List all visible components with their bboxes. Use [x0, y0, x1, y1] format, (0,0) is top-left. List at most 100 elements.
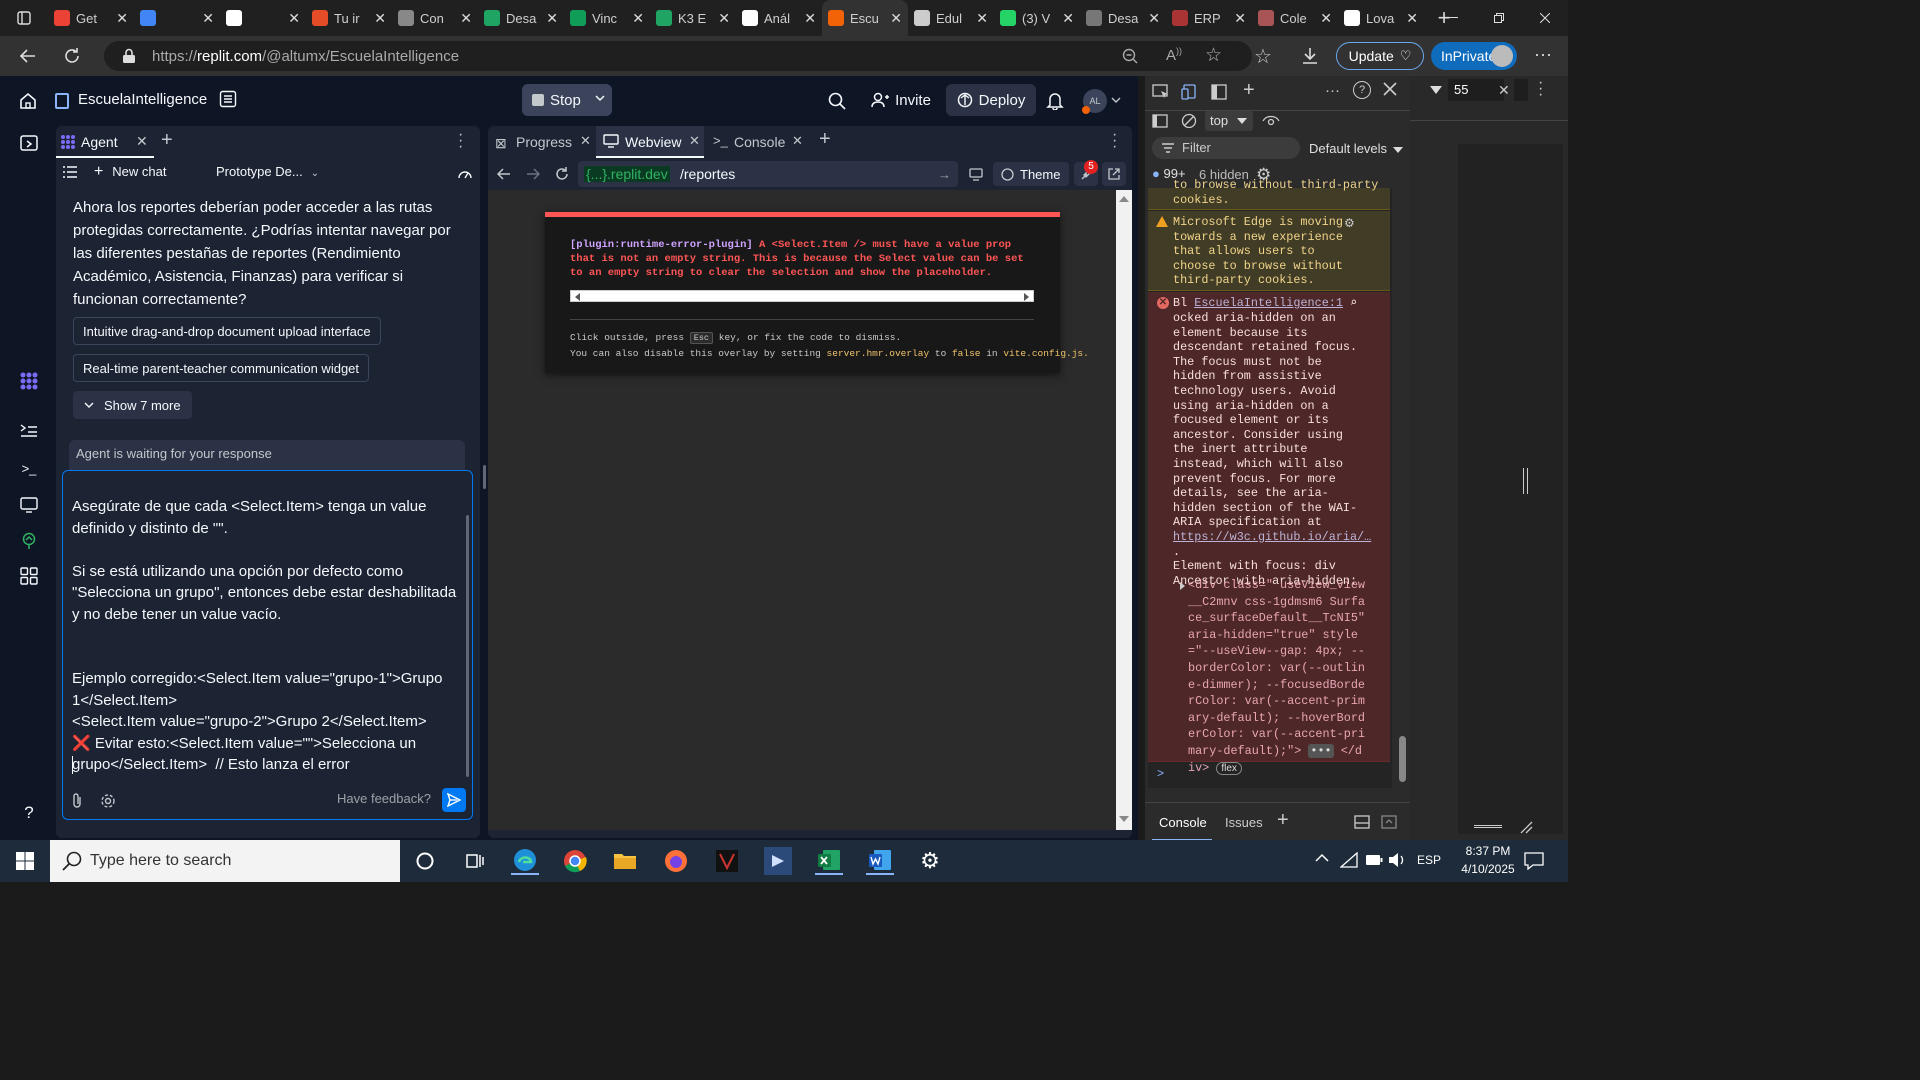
close-tab-icon[interactable]: ✕	[1234, 10, 1246, 27]
project-menu-icon[interactable]	[219, 90, 237, 108]
live-expression-icon[interactable]	[1262, 114, 1280, 128]
close-tab-icon[interactable]: ✕	[546, 10, 558, 27]
close-field-icon[interactable]: ✕	[1498, 82, 1510, 99]
devtools-more-icon[interactable]: ···	[1325, 82, 1340, 99]
firefox-icon[interactable]	[662, 847, 690, 875]
browser-tab[interactable]: Escu ✕	[822, 0, 908, 36]
url-bar[interactable]: https://replit.com/@altumx/EscuelaIntell…	[104, 41, 1252, 71]
ellipsis-badge[interactable]: •••	[1308, 743, 1334, 758]
browser-tab[interactable]: Edul ✕	[908, 0, 994, 36]
browser-tab[interactable]: Cole ✕	[1252, 0, 1338, 36]
input-scrollbar[interactable]	[466, 515, 469, 777]
scroll-right-arrow[interactable]	[1024, 293, 1029, 301]
close-tab-icon[interactable]: ✕	[804, 10, 816, 27]
warning-link-icon[interactable]: ⚙	[1344, 216, 1355, 230]
context-selector[interactable]: top	[1205, 111, 1253, 131]
html-snippet[interactable]: <div class=" useView_view__C2mnv css-1gd…	[1188, 577, 1368, 777]
dropdown-triangle-icon[interactable]	[1430, 86, 1442, 94]
remote-app-icon[interactable]	[764, 847, 792, 875]
settings-gear-icon[interactable]: ⚙	[916, 847, 944, 875]
file-explorer-icon[interactable]	[611, 847, 639, 875]
user-avatar[interactable]: AL	[1082, 89, 1107, 114]
excel-icon[interactable]	[815, 847, 843, 875]
input-language[interactable]: ESP	[1417, 853, 1441, 867]
game-app-icon[interactable]	[713, 847, 741, 875]
notifications-icon[interactable]	[1524, 852, 1544, 870]
notifications-bell-icon[interactable]	[1046, 91, 1064, 110]
zoom-field[interactable]: 55	[1448, 79, 1504, 101]
browser-tab[interactable]: Anál ✕	[736, 0, 822, 36]
agent-icon[interactable]	[18, 370, 40, 392]
refresh-icon[interactable]	[62, 46, 82, 66]
close-tab-icon[interactable]: ✕	[1148, 10, 1160, 27]
close-agent-tab-icon[interactable]: ✕	[136, 133, 148, 150]
close-console-tab-icon[interactable]: ✕	[792, 133, 803, 149]
close-window-icon[interactable]	[1522, 0, 1568, 36]
suggestion-chip[interactable]: Intuitive drag-and-drop document upload …	[73, 317, 381, 345]
web-back-icon[interactable]	[497, 167, 511, 181]
search-icon[interactable]: ⌕	[1350, 296, 1357, 310]
error-frame-scrollbar[interactable]	[570, 290, 1034, 302]
chat-list-icon[interactable]	[62, 165, 78, 179]
chevron-down-icon[interactable]	[594, 92, 606, 104]
deploy-button[interactable]: Deploy	[946, 84, 1036, 116]
filter-input[interactable]: Filter	[1152, 137, 1300, 159]
close-tab-icon[interactable]: ✕	[374, 10, 386, 27]
search-icon[interactable]	[828, 92, 846, 110]
pane-more-icon[interactable]: · · ·	[1538, 75, 1543, 103]
browser-tab[interactable]: Vinc ✕	[564, 0, 650, 36]
scroll-up-arrow[interactable]	[1119, 196, 1129, 202]
go-arrow-icon[interactable]: →	[938, 167, 951, 182]
tab-actions-icon[interactable]	[0, 0, 48, 36]
chrome-taskbar-icon[interactable]	[561, 847, 589, 875]
stop-button[interactable]: Stop	[522, 84, 612, 116]
speed-gauge-icon[interactable]	[457, 166, 473, 180]
web-refresh-icon[interactable]	[554, 166, 570, 182]
more-menu-icon[interactable]: ···	[1534, 44, 1552, 65]
add-pane-icon[interactable]: +	[819, 128, 831, 151]
back-icon[interactable]	[18, 46, 38, 66]
prototype-dropdown[interactable]: Prototype De... ⌄	[216, 164, 319, 179]
update-button[interactable]: Update ♡	[1336, 42, 1424, 70]
avatar-chevron-icon[interactable]	[1111, 96, 1121, 104]
error-source-link[interactable]: EscuelaIntelligence:1	[1194, 296, 1343, 310]
close-tab-icon[interactable]: ✕	[202, 10, 214, 27]
browser-tab[interactable]: Tu ir ✕	[306, 0, 392, 36]
new-chat-button[interactable]: + New chat	[94, 163, 166, 181]
add-tab-icon[interactable]: +	[161, 129, 173, 152]
cortana-icon[interactable]	[411, 847, 439, 875]
attach-icon[interactable]	[70, 792, 84, 810]
log-levels-dropdown[interactable]: Default levels	[1309, 141, 1404, 156]
browser-tab[interactable]: ERP ✕	[1166, 0, 1252, 36]
read-aloud-icon[interactable]: A))	[1166, 46, 1182, 64]
close-tab-icon[interactable]: ✕	[116, 10, 128, 27]
minimize-icon[interactable]	[1430, 0, 1476, 36]
browser-tab[interactable]: Desa ✕	[1080, 0, 1166, 36]
web-url-bar[interactable]: {...}.replit.dev /reportes →	[578, 161, 958, 187]
close-tab-icon[interactable]: ✕	[632, 10, 644, 27]
resize-handle[interactable]	[483, 465, 486, 489]
aria-spec-link[interactable]: https://w3c.github.io/aria/…	[1173, 530, 1371, 544]
workflows-icon[interactable]	[18, 420, 40, 442]
clock-date[interactable]: 4/10/2025	[1451, 862, 1525, 876]
send-button[interactable]	[442, 788, 466, 812]
console-scroll-thumb[interactable]	[1399, 736, 1406, 782]
home-icon[interactable]	[18, 91, 38, 111]
close-devtools-icon[interactable]	[1383, 82, 1397, 96]
close-tab-icon[interactable]: ✕	[288, 10, 300, 27]
favorite-star-icon[interactable]: ☆	[1205, 44, 1222, 67]
drawer-tab-issues[interactable]: Issues	[1225, 815, 1263, 830]
zoom-icon[interactable]	[1122, 48, 1138, 64]
dock-side-icon[interactable]	[1211, 84, 1227, 100]
dock-drawer-icon[interactable]	[1354, 815, 1370, 829]
web-forward-icon[interactable]	[526, 167, 540, 181]
tab-console-label[interactable]: Console	[734, 134, 785, 150]
restore-icon[interactable]	[1476, 0, 1522, 36]
browser-tab[interactable]: (3) V ✕	[994, 0, 1080, 36]
sidebar-toggle-icon[interactable]	[1152, 114, 1168, 128]
webview-icon[interactable]	[18, 494, 40, 516]
show-more-button[interactable]: Show 7 more	[73, 391, 192, 419]
console-scrollbar[interactable]	[1396, 188, 1408, 800]
windows-start-icon[interactable]	[11, 847, 39, 875]
theme-button[interactable]: Theme	[993, 162, 1069, 186]
